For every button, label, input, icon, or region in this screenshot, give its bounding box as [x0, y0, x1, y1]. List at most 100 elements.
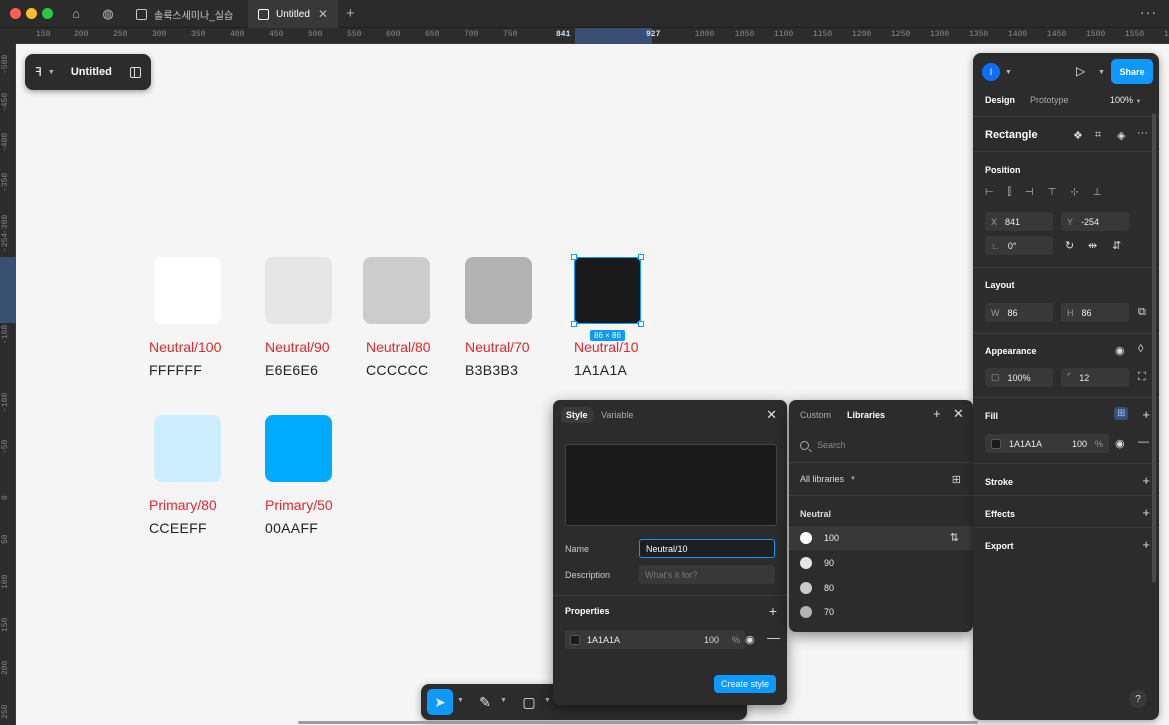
file-title[interactable]: Untitled [71, 66, 112, 78]
add-export-icon[interactable]: + [1142, 537, 1150, 552]
x-field[interactable]: X 841 [985, 212, 1053, 231]
align-bottom-icon[interactable]: ⊥ [1093, 187, 1102, 198]
frame-icon[interactable]: ⌗ [1095, 129, 1101, 142]
blend-mode-icon[interactable]: ◊ [1138, 343, 1143, 355]
align-middle-v-icon[interactable]: ⊹ [1070, 187, 1078, 198]
rotate-icon[interactable]: ↻ [1065, 239, 1074, 252]
window-maximize-button[interactable] [42, 8, 53, 19]
fill-row[interactable]: 1A1A1A 100 % [985, 434, 1109, 453]
width-field[interactable]: W 86 [985, 303, 1053, 322]
add-fill-icon[interactable]: + [1142, 407, 1150, 422]
flip-horizontal-icon[interactable]: ⇹ [1088, 239, 1097, 252]
chevron-down-icon[interactable]: ▼ [1005, 69, 1012, 76]
chevron-down-icon[interactable]: ▼ [500, 697, 507, 704]
add-effect-icon[interactable]: + [1142, 505, 1150, 520]
tab-variable[interactable]: Variable [601, 410, 633, 420]
grid-view-icon[interactable]: ⊞ [952, 473, 961, 486]
new-tab-button[interactable]: + [346, 5, 355, 22]
add-icon[interactable]: + [933, 406, 941, 421]
style-name-input[interactable]: Neutral/10 [639, 539, 775, 558]
independent-corners-icon[interactable]: ⛶ [1138, 371, 1146, 384]
color-dot [800, 557, 812, 569]
zoom-dropdown[interactable]: 100% ▼ [1110, 95, 1142, 105]
adjust-icon[interactable]: ⇅ [950, 531, 959, 544]
move-tool-icon[interactable]: ➤ [427, 689, 453, 715]
align-top-icon[interactable]: ⊤ [1048, 187, 1057, 198]
swatch-neutral-80[interactable] [363, 257, 430, 324]
library-color-item[interactable]: 90 [789, 551, 973, 575]
resize-handle[interactable] [571, 321, 577, 327]
window-close-button[interactable] [10, 8, 21, 19]
close-icon[interactable]: ✕ [953, 406, 964, 422]
corner-radius-field[interactable]: ⌜ 12 [1061, 368, 1129, 387]
remove-fill-icon[interactable]: — [1138, 436, 1149, 448]
canvas-horizontal-scrollbar[interactable] [298, 721, 978, 724]
close-icon[interactable]: ✕ [766, 407, 777, 423]
tab-style[interactable]: Style [561, 407, 593, 423]
window-minimize-button[interactable] [26, 8, 37, 19]
help-button[interactable]: ? [1129, 690, 1147, 708]
component-icon[interactable]: ❖ [1073, 129, 1083, 142]
sidebar-toggle-icon[interactable] [129, 66, 141, 78]
add-stroke-icon[interactable]: + [1142, 473, 1150, 488]
chevron-down-icon[interactable]: ▼ [48, 69, 55, 76]
eye-icon[interactable]: ◉ [745, 633, 755, 646]
figma-logo-icon[interactable]: ꟻ [35, 65, 42, 79]
present-icon[interactable]: ▷ [1076, 64, 1085, 78]
resize-handle[interactable] [638, 254, 644, 260]
align-right-icon[interactable]: ⊣ [1025, 187, 1034, 198]
tab-file-2[interactable]: Untitled ✕ [248, 0, 338, 28]
tab-design[interactable]: Design [985, 95, 1015, 105]
chevron-down-icon: ▼ [850, 476, 856, 482]
tab-prototype[interactable]: Prototype [1030, 95, 1069, 105]
eye-icon[interactable]: ◉ [1115, 437, 1125, 450]
pen-tool-icon[interactable]: ✎ [473, 689, 497, 715]
boolean-icon[interactable]: ◈ [1117, 129, 1125, 142]
chevron-down-icon[interactable]: ▼ [1098, 69, 1105, 76]
tab-file-1[interactable]: 솔룩스세미나_실습 [126, 0, 243, 28]
rectangle-tool-icon[interactable]: ▢ [517, 689, 541, 715]
constrain-proportions-icon[interactable]: ⧉ [1138, 306, 1146, 319]
y-field[interactable]: Y -254 [1061, 212, 1129, 231]
tab-libraries[interactable]: Libraries [847, 410, 885, 420]
more-icon[interactable]: ··· [1140, 4, 1157, 20]
add-property-icon[interactable]: + [769, 603, 777, 619]
style-grid-icon[interactable]: ⊞ [1114, 407, 1129, 420]
avatar[interactable]: I [982, 63, 1000, 81]
resize-handle[interactable] [638, 321, 644, 327]
chevron-down-icon[interactable]: ▼ [544, 697, 551, 704]
library-filter-dropdown[interactable]: All libraries ▼ [800, 474, 856, 484]
opacity-field[interactable]: ▢ 100% [985, 368, 1053, 387]
align-center-h-icon[interactable]: ⫿ [1008, 187, 1011, 198]
tab-custom[interactable]: Custom [800, 410, 831, 420]
selection-box[interactable] [574, 257, 641, 324]
swatch-neutral-70[interactable] [465, 257, 532, 324]
panel-scrollbar[interactable] [1152, 113, 1156, 583]
color-chip[interactable] [570, 634, 580, 645]
flip-vertical-icon[interactable]: ⇵ [1112, 239, 1121, 252]
eye-icon[interactable]: ◉ [1115, 344, 1125, 357]
description-input[interactable]: What's it for? [639, 565, 775, 584]
height-field[interactable]: H 86 [1061, 303, 1129, 322]
fill-color-chip[interactable] [991, 438, 1001, 449]
remove-icon[interactable]: — [767, 630, 780, 645]
swatch-primary-50[interactable] [265, 415, 332, 482]
library-color-item[interactable]: 80 [789, 576, 973, 600]
create-style-button[interactable]: Create style [714, 675, 776, 693]
chevron-down-icon[interactable]: ▼ [457, 697, 464, 704]
library-search[interactable]: Search [800, 440, 846, 450]
home-icon[interactable]: ⌂ [68, 6, 84, 22]
swatch-primary-80[interactable] [154, 415, 221, 482]
align-left-icon[interactable]: ⊢ [985, 187, 994, 198]
rotation-field[interactable]: ∟ 0° [985, 236, 1053, 255]
swatch-neutral-90[interactable] [265, 257, 332, 324]
library-color-item[interactable]: 70 [789, 600, 973, 624]
library-color-item[interactable]: 100 ⇅ [789, 526, 973, 550]
property-row[interactable]: 1A1A1A 100 % [565, 630, 745, 649]
resize-handle[interactable] [571, 254, 577, 260]
swatch-neutral-100[interactable] [154, 257, 221, 324]
close-tab-icon[interactable]: ✕ [318, 7, 328, 21]
globe-icon[interactable]: ◍ [100, 6, 116, 22]
more-icon[interactable]: ··· [1137, 127, 1148, 139]
share-button[interactable]: Share [1111, 59, 1153, 84]
